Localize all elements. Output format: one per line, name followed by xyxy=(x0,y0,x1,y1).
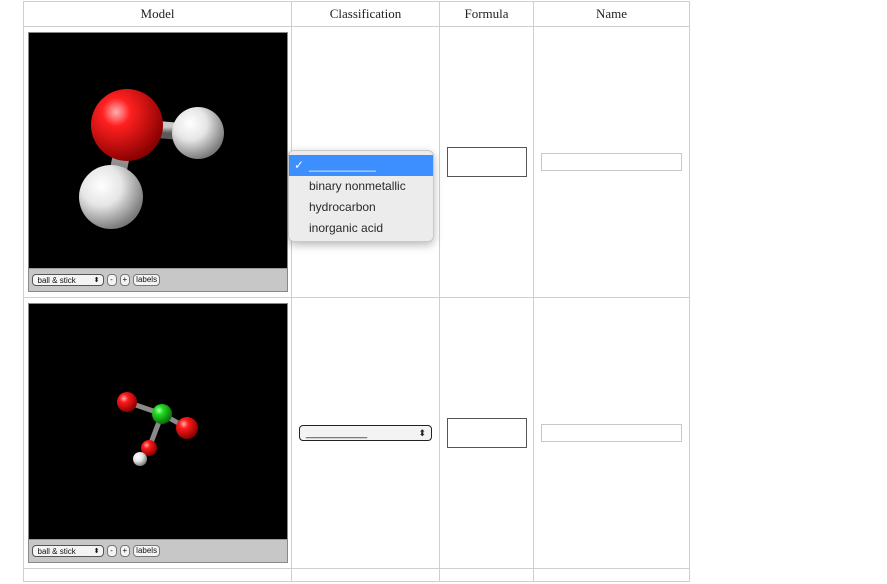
checkmark-icon: ✓ xyxy=(294,158,305,172)
zoom-out-button[interactable]: - xyxy=(106,274,117,286)
labels-button[interactable]: labels xyxy=(133,545,161,557)
oxygen-atom xyxy=(90,89,163,161)
molecule-viewer-2[interactable]: ball & stick ⬍ - + labels xyxy=(27,303,288,563)
name-input[interactable] xyxy=(541,424,682,442)
model-cell: ball & stick ⬍ - + labels xyxy=(23,297,292,569)
name-input[interactable] xyxy=(541,153,682,171)
classification-cell: __________ ⬍ xyxy=(291,297,440,569)
acid-molecule-model[interactable] xyxy=(29,304,287,540)
hydrogen-atom xyxy=(78,165,143,229)
formula-cell xyxy=(439,568,534,582)
zoom-out-button[interactable]: - xyxy=(106,545,117,557)
model-cell xyxy=(23,568,292,582)
formula-cell xyxy=(439,297,534,569)
table-row xyxy=(23,568,690,582)
model-cell: ball & stick ⬍ - + labels xyxy=(23,26,292,298)
header-name: Name xyxy=(533,1,690,27)
exercise-table: Model Classification Formula Name ball &… xyxy=(23,1,690,582)
select-arrows-icon: ⬍ xyxy=(93,277,100,284)
render-style-select[interactable]: ball & stick ⬍ xyxy=(31,274,104,286)
viewer-controls: ball & stick ⬍ - + labels xyxy=(28,268,287,291)
oxygen-atom xyxy=(116,392,137,412)
chlorine-atom xyxy=(151,404,172,424)
name-cell xyxy=(533,26,690,298)
water-molecule-model[interactable] xyxy=(29,33,287,269)
dropdown-option-binary-nonmetallic[interactable]: binary nonmetallic xyxy=(289,176,433,197)
formula-cell xyxy=(439,26,534,298)
labels-button[interactable]: labels xyxy=(133,274,161,286)
dropdown-option-hydrocarbon[interactable]: hydrocarbon xyxy=(289,197,433,218)
dropdown-option-blank[interactable]: ✓ __________ xyxy=(289,155,433,176)
molecule-viewer-1[interactable]: ball & stick ⬍ - + labels xyxy=(27,32,288,292)
table-row: ball & stick ⬍ - + labels __________ ⬍ xyxy=(23,297,690,569)
header-model: Model xyxy=(23,1,292,27)
classification-select[interactable]: __________ ⬍ xyxy=(299,425,432,441)
oxygen-atom xyxy=(175,417,198,439)
header-formula: Formula xyxy=(439,1,534,27)
name-cell xyxy=(533,568,690,582)
zoom-in-button[interactable]: + xyxy=(119,274,131,286)
hydrogen-atom xyxy=(171,107,224,159)
classification-cell xyxy=(291,568,440,582)
header-classification: Classification xyxy=(291,1,440,27)
classification-dropdown: ✓ __________ binary nonmetallic hydrocar… xyxy=(288,150,434,242)
formula-input[interactable] xyxy=(446,147,527,177)
zoom-in-button[interactable]: + xyxy=(119,545,131,557)
select-arrows-icon: ⬍ xyxy=(418,428,426,438)
hydrogen-atom xyxy=(132,452,147,466)
render-style-select[interactable]: ball & stick ⬍ xyxy=(31,545,104,557)
select-arrows-icon: ⬍ xyxy=(93,548,100,555)
name-cell xyxy=(533,297,690,569)
formula-input[interactable] xyxy=(446,418,527,448)
header-row: Model Classification Formula Name xyxy=(23,1,690,27)
viewer-controls: ball & stick ⬍ - + labels xyxy=(28,539,287,562)
dropdown-option-inorganic-acid[interactable]: inorganic acid xyxy=(289,218,433,239)
